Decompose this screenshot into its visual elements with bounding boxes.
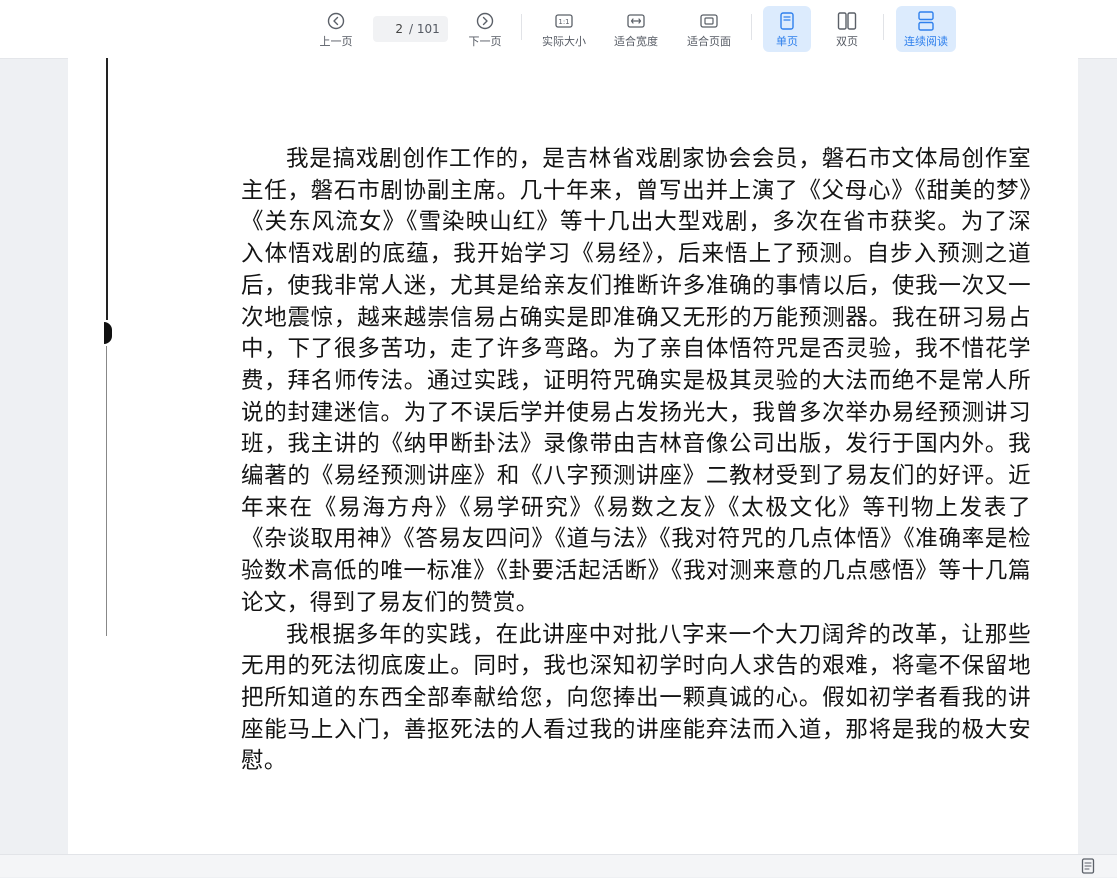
page-number-box: / 101 (373, 16, 448, 42)
continuous-scroll-icon (917, 10, 935, 32)
fit-page-label: 适合页面 (687, 35, 731, 48)
document-page: 我是搞戏剧创作工作的，是吉林省戏剧家协会会员，磐石市文体局创作室主任，磐石市剧协… (68, 58, 1078, 854)
scan-ink-mark (104, 322, 112, 344)
page-view-icon[interactable] (1081, 858, 1095, 878)
one-to-one-icon: 1:1 (555, 10, 573, 32)
actual-size-button[interactable]: 1:1 实际大小 (535, 6, 593, 52)
viewer-toolbar: 上一页 / 101 下一页 1:1 实际大小 适合宽度 适合页面 单页 (0, 0, 1117, 59)
fit-page-button[interactable]: 适合页面 (679, 6, 739, 52)
actual-size-label: 实际大小 (542, 35, 586, 48)
continuous-reading-button[interactable]: 连续阅读 (896, 6, 956, 52)
paragraph: 我根据多年的实践，在此讲座中对批八字来一个大刀阔斧的改革，让那些无用的死法彻底废… (241, 621, 1031, 775)
svg-text:1:1: 1:1 (558, 18, 569, 26)
prev-page-label: 上一页 (319, 35, 353, 48)
double-page-button[interactable]: 双页 (823, 6, 871, 52)
toolbar-divider (751, 14, 752, 40)
fit-page-icon (700, 10, 718, 32)
fit-width-label: 适合宽度 (614, 35, 658, 48)
double-page-icon (837, 10, 857, 32)
status-bar (0, 854, 1117, 877)
fit-width-icon (627, 10, 645, 32)
next-page-label: 下一页 (468, 35, 502, 48)
continuous-reading-label: 连续阅读 (904, 35, 948, 48)
double-page-label: 双页 (836, 35, 858, 48)
scan-binding-edge (106, 58, 108, 320)
arrow-left-circle-icon (327, 10, 345, 32)
fit-width-button[interactable]: 适合宽度 (607, 6, 665, 52)
document-text: 我是搞戏剧创作工作的，是吉林省戏剧家协会会员，磐石市文体局创作室主任，磐石市剧协… (241, 144, 1031, 778)
single-page-icon (779, 10, 795, 32)
arrow-right-circle-icon (476, 10, 494, 32)
single-page-button[interactable]: 单页 (763, 6, 811, 52)
total-pages: / 101 (409, 22, 440, 36)
toolbar-divider (521, 14, 522, 40)
scan-faint-edge (106, 346, 107, 636)
prev-page-button[interactable]: 上一页 (312, 6, 360, 52)
next-page-button[interactable]: 下一页 (461, 6, 509, 52)
single-page-label: 单页 (776, 35, 798, 48)
toolbar-divider (883, 14, 884, 40)
current-page-input[interactable] (375, 22, 403, 36)
paragraph: 我是搞戏剧创作工作的，是吉林省戏剧家协会会员，磐石市文体局创作室主任，磐石市剧协… (241, 146, 1031, 616)
